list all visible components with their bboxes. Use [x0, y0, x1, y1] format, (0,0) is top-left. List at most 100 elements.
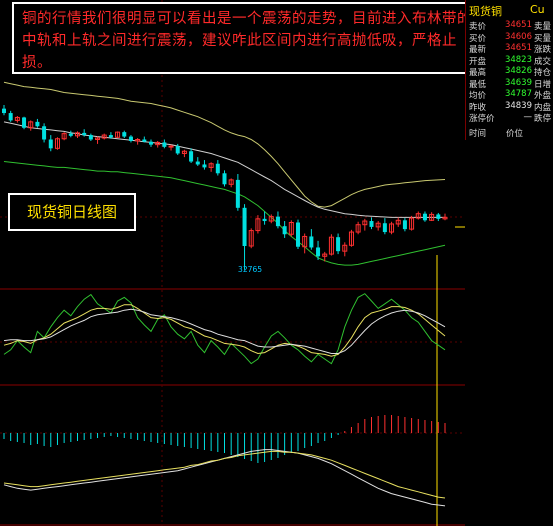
quote-row: 卖价 34651 卖量: [466, 20, 553, 32]
candle: [369, 217, 374, 230]
osc-white-line: [3, 308, 446, 354]
candle: [1, 104, 7, 116]
candle-body: [175, 146, 180, 154]
quote-label-2: 涨跌: [534, 45, 552, 55]
quote-row: 最高 34826 持仓: [466, 66, 553, 78]
quote-label: 均价: [469, 91, 487, 101]
candle-body: [215, 163, 220, 174]
candle: [275, 211, 280, 229]
candle: [355, 221, 361, 235]
quote-column-header: 时间 价位: [466, 127, 553, 139]
candle-body: [316, 247, 321, 257]
quote-row: 开盘 34823 成交: [466, 54, 553, 67]
col-price: 价位: [506, 129, 524, 139]
candle: [248, 228, 254, 249]
low-price-marker: 32765: [238, 265, 263, 274]
candle: [189, 148, 194, 164]
candle-body: [88, 135, 93, 140]
candle: [228, 178, 234, 188]
candle-body: [369, 221, 374, 227]
chart-title: 现货铜日线图: [26, 203, 117, 221]
quote-value: 34639: [504, 77, 532, 88]
quote-label: 最高: [469, 68, 487, 78]
candle-body: [42, 126, 47, 140]
candle: [22, 116, 27, 130]
quote-label-2: 内盘: [534, 102, 552, 113]
candle: [208, 162, 214, 172]
candle-body: [48, 139, 53, 149]
quote-label-2: 成交: [534, 56, 552, 67]
candle: [148, 139, 154, 147]
quote-value: 34823: [504, 54, 532, 65]
candle-body: [295, 222, 301, 247]
candle: [348, 229, 354, 247]
candle-body: [82, 132, 87, 136]
quote-value: 34839: [504, 100, 532, 111]
quote-row: 昨收 34839 内盘: [466, 100, 553, 113]
candle-body: [142, 139, 147, 142]
quote-label: 开盘: [469, 56, 487, 67]
candle-body: [336, 237, 341, 252]
instrument-code: Cu: [530, 3, 545, 16]
candle: [142, 136, 147, 143]
candle: [328, 234, 334, 256]
candle-body: [35, 121, 40, 127]
candle: [128, 135, 133, 143]
quote-label: 涨停价: [469, 114, 495, 124]
quote-row: 最低 34639 日增: [466, 77, 553, 90]
candle-body: [195, 161, 200, 165]
candle-body: [222, 173, 227, 185]
candle-body: [122, 132, 127, 137]
candle-body: [235, 179, 240, 208]
quote-value: 34826: [504, 66, 532, 76]
quote-label: 最新: [469, 45, 487, 55]
candle-body: [189, 151, 194, 162]
quote-label: 买价: [469, 33, 487, 44]
candle: [288, 220, 294, 237]
candle: [415, 211, 421, 220]
candle-body: [162, 142, 167, 147]
col-time: 时间: [469, 129, 487, 139]
candle-body: [262, 218, 267, 222]
candle: [101, 133, 107, 140]
candle: [395, 217, 401, 227]
candle: [402, 218, 407, 232]
candle: [115, 131, 121, 139]
quote-row: 均价 34787 外盘: [466, 89, 553, 101]
quote-label-2: 买量: [534, 33, 552, 44]
osc-green-line: [3, 293, 446, 365]
candle: [382, 218, 387, 235]
candle-body: [1, 108, 7, 114]
candle-body: [282, 226, 287, 235]
candle-body: [148, 141, 154, 145]
quote-label: 昨收: [469, 102, 487, 113]
candle-body: [275, 216, 280, 227]
candle: [242, 204, 247, 270]
candle: [409, 215, 415, 231]
candle-body: [436, 214, 441, 219]
candle: [162, 139, 167, 149]
candle: [61, 132, 67, 141]
candle: [422, 211, 427, 222]
oscillator-panel: [3, 293, 446, 365]
macd-yellow-line: [3, 450, 446, 499]
quote-row: 买价 34606 买量: [466, 32, 553, 44]
candle: [155, 140, 161, 148]
candle: [235, 174, 240, 211]
candle-body: [128, 136, 133, 141]
candle-body: [8, 113, 13, 121]
quote-label: 最低: [469, 79, 487, 90]
candle: [195, 157, 200, 166]
candle: [122, 130, 127, 139]
quote-value: 34651: [504, 43, 532, 53]
candle: [262, 211, 267, 225]
annotation-text: 铜的行情我们很明显可以看出是一个震荡的走势，目前进入布林带的中轨和上轨之间进行震…: [22, 11, 472, 71]
quote-label-2: 跌停: [534, 114, 552, 124]
candle-body: [242, 207, 247, 247]
candle-body: [22, 117, 27, 128]
candle: [48, 135, 53, 152]
frame-lines: [0, 0, 465, 526]
candle: [74, 131, 81, 139]
candle: [88, 133, 93, 141]
candle-body: [309, 236, 314, 248]
